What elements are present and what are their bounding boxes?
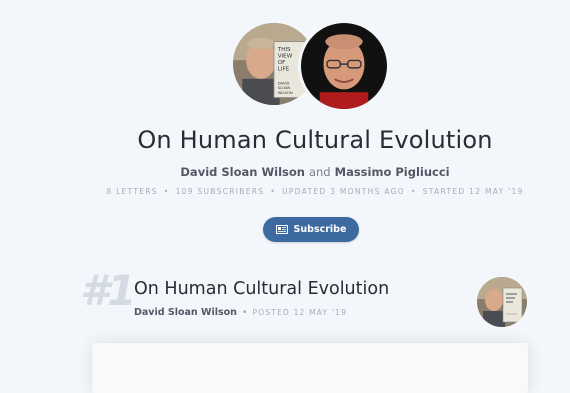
- author-link-wilson[interactable]: David Sloan Wilson: [180, 165, 305, 179]
- letter-avatar-photo: [477, 277, 527, 327]
- subscribers-count: 109 SUBSCRIBERS: [175, 187, 265, 196]
- letters-count: 8 LETTERS: [106, 187, 158, 196]
- subscribe-label: Subscribe: [293, 224, 347, 235]
- book-author-3: WILSON: [278, 91, 293, 95]
- stats-separator-1: •: [163, 187, 170, 196]
- stats-separator-3: •: [410, 187, 417, 196]
- author-link-pigliucci[interactable]: Massimo Pigliucci: [335, 165, 450, 179]
- letter-meta-separator: •: [241, 307, 248, 318]
- book-author-1: DAVID: [278, 82, 290, 86]
- letter-author[interactable]: David Sloan Wilson: [134, 307, 237, 318]
- letter-title[interactable]: On Human Cultural Evolution: [134, 279, 389, 299]
- letter-preview-card[interactable]: [92, 343, 528, 393]
- book-text-4: LIFE: [278, 67, 290, 73]
- newsletter-title: On Human Cultural Evolution: [137, 126, 493, 154]
- author-avatars: THIS VIEW OF LIFE DAVID SLOAN WILSON: [230, 20, 390, 112]
- stats-separator-2: •: [270, 187, 277, 196]
- avatar-photo-pigliucci: [301, 23, 387, 109]
- book-text-2: VIEW: [278, 53, 293, 59]
- updated-time: UPDATED 3 MONTHS AGO: [282, 187, 405, 196]
- newsletter-icon: [275, 225, 288, 234]
- newsletter-authors: David Sloan Wilson and Massimo Pigliucci: [0, 165, 570, 179]
- book-author-2: SLOAN: [278, 86, 291, 90]
- subscribe-button[interactable]: Subscribe: [263, 217, 359, 242]
- letter-meta: David Sloan Wilson • POSTED 12 MAY '19: [134, 307, 347, 318]
- avatar-massimo-pigliucci[interactable]: [298, 20, 390, 112]
- authors-conjunction: and: [308, 165, 331, 179]
- book-text-1: THIS: [277, 47, 291, 53]
- letter-author-avatar[interactable]: [477, 277, 527, 327]
- started-date: STARTED 12 MAY '19: [422, 187, 524, 196]
- newsletter-stats: 8 LETTERS • 109 SUBSCRIBERS • UPDATED 3 MONT…: [0, 187, 570, 196]
- letter-posted-date: POSTED 12 MAY '19: [252, 308, 348, 317]
- book-text-3: OF: [278, 60, 286, 66]
- letter-number: #1: [80, 266, 136, 315]
